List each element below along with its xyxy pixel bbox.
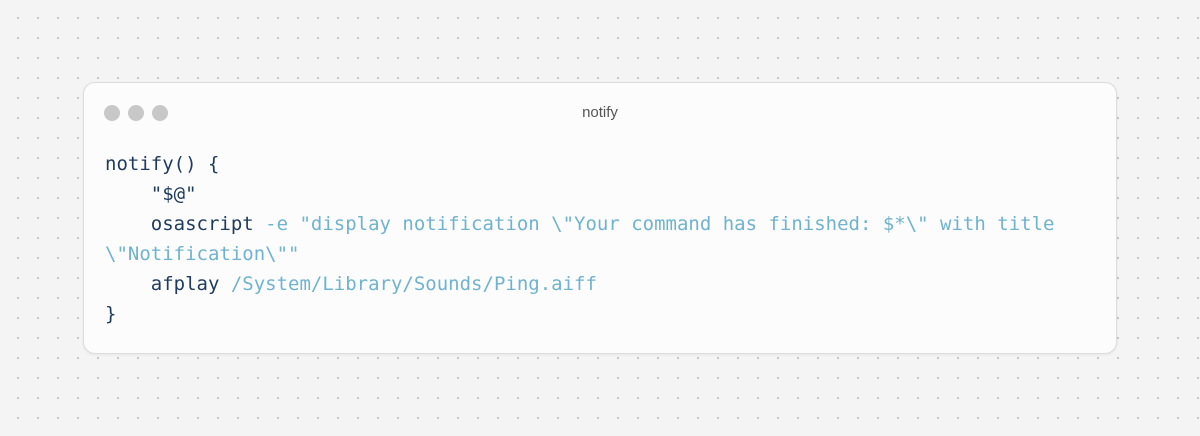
code-token: osascript bbox=[105, 213, 266, 235]
code-token-argument: /System/Library/Sounds/Ping.aiff bbox=[230, 273, 597, 295]
code-token: notify() { bbox=[105, 153, 220, 175]
code-token: } bbox=[105, 303, 117, 325]
window-title: notify bbox=[582, 104, 618, 121]
window-titlebar: notify bbox=[84, 83, 1116, 143]
code-window: notify notify() { "$@" osascript -e "dis… bbox=[83, 82, 1117, 354]
code-line: afplay /System/Library/Sounds/Ping.aiff bbox=[105, 269, 1095, 299]
code-line: "$@" bbox=[105, 179, 1095, 209]
code-line: notify() { bbox=[105, 149, 1095, 179]
code-token: "$@" bbox=[105, 183, 197, 205]
code-line: } bbox=[105, 299, 1095, 329]
code-block[interactable]: notify() { "$@" osascript -e "display no… bbox=[105, 149, 1095, 329]
code-line: osascript -e "display notification \"You… bbox=[105, 209, 1095, 269]
code-token: afplay bbox=[105, 273, 231, 295]
